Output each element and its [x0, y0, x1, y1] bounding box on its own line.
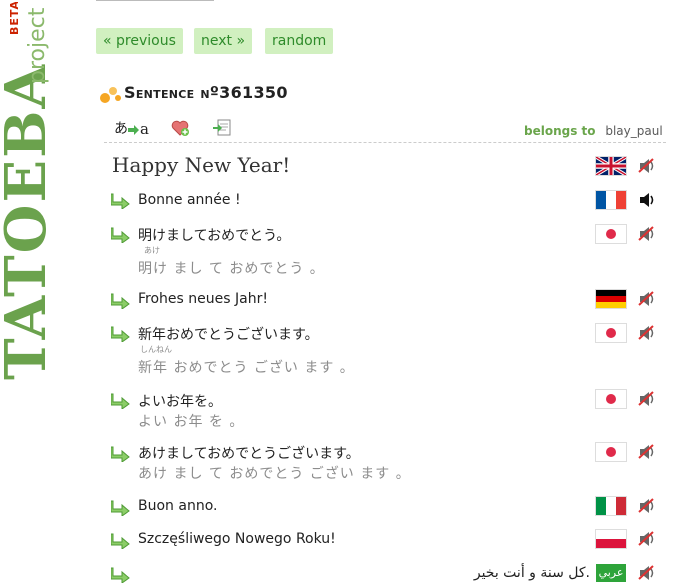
- transliteration-button[interactable]: あ a: [114, 118, 150, 138]
- translation-text: .كل سنة و أنت بخير: [473, 565, 590, 581]
- speaker-muted-icon[interactable]: [637, 289, 657, 309]
- translation-arrow-icon[interactable]: [111, 393, 131, 409]
- japan-flag-icon: [596, 443, 626, 461]
- logo-tatoeba[interactable]: TATOEBA: [0, 63, 61, 380]
- speaker-muted-icon[interactable]: [637, 563, 657, 583]
- svg-text:あ: あ: [114, 121, 128, 137]
- japan-flag-icon: [596, 324, 626, 342]
- translation-arrow-icon[interactable]: [111, 446, 131, 462]
- previous-button[interactable]: « previous: [96, 28, 183, 54]
- translation-arrow-icon[interactable]: [111, 193, 131, 209]
- speaker-muted-icon[interactable]: [637, 442, 657, 462]
- translation-arrow-icon[interactable]: [111, 326, 131, 342]
- speaker-muted-icon[interactable]: [637, 529, 657, 549]
- translation-text: Buon anno.: [138, 498, 218, 514]
- germany-flag-icon: [596, 290, 626, 308]
- translation-text: Frohes neues Jahr!: [138, 291, 268, 307]
- add-to-list-button[interactable]: [212, 118, 234, 138]
- translation-text: Bonne année !: [138, 192, 241, 208]
- heart-add-icon: [171, 120, 189, 136]
- owner-info: belongs to blay_paul: [524, 124, 663, 138]
- translation-text: よいお年を。: [138, 394, 222, 410]
- transcription-text: よい お年 を 。: [138, 414, 245, 430]
- furigana: あけ: [144, 246, 160, 255]
- favorite-button[interactable]: [170, 118, 190, 138]
- translation-arrow-icon[interactable]: [111, 227, 131, 243]
- translation-arrow-icon[interactable]: [111, 567, 131, 583]
- transcription-text: あけ まし て おめでとう ござい ます 。: [138, 466, 411, 482]
- list-add-icon: [213, 119, 231, 136]
- speaker-muted-icon[interactable]: [637, 323, 657, 343]
- sentence-title: Sentence nº361350: [124, 83, 288, 102]
- logo-project-suffix: project: [25, 7, 50, 84]
- translation-arrow-icon[interactable]: [111, 533, 131, 549]
- speaker-icon[interactable]: [637, 190, 657, 210]
- transcription-text: 新年 おめでとう ござい ます 。: [138, 360, 355, 376]
- sentence-icon: [100, 87, 121, 103]
- poland-flag-icon: [596, 530, 626, 548]
- italy-flag-icon: [596, 497, 626, 515]
- furigana: しんねん: [140, 345, 172, 354]
- search-field-edge[interactable]: [96, 0, 214, 1]
- speaker-muted-icon[interactable]: [637, 224, 657, 244]
- header-divider: [104, 142, 666, 143]
- transliterate-icon: あ a: [114, 120, 149, 138]
- speaker-muted-icon[interactable]: [637, 496, 657, 516]
- owner-username-link[interactable]: blay_paul: [605, 124, 662, 138]
- translation-text: 明けましておめでとう。: [138, 228, 291, 244]
- random-button[interactable]: random: [265, 28, 334, 54]
- main-sentence-text: Happy New Year!: [112, 153, 291, 177]
- translation-arrow-icon[interactable]: [111, 293, 131, 309]
- svg-text:a: a: [140, 120, 149, 138]
- japan-flag-icon: [596, 225, 626, 243]
- france-flag-icon: [596, 191, 626, 209]
- arabic-badge: عربي: [596, 564, 626, 582]
- translation-arrow-icon[interactable]: [111, 500, 131, 516]
- next-button[interactable]: next »: [194, 28, 253, 54]
- translation-text: あけましておめでとうございます。: [138, 446, 360, 462]
- belongs-label: belongs to: [524, 124, 596, 138]
- japan-flag-icon: [596, 390, 626, 408]
- beta-badge: BETA: [8, 2, 22, 36]
- translation-text: 新年おめでとうございます。: [138, 327, 319, 343]
- speaker-muted-icon[interactable]: [637, 156, 657, 176]
- transcription-text: 明け まし て おめでとう 。: [138, 261, 325, 277]
- translation-text: Szczęśliwego Nowego Roku!: [138, 531, 336, 547]
- uk-flag-icon: [596, 157, 626, 175]
- speaker-muted-icon[interactable]: [637, 389, 657, 409]
